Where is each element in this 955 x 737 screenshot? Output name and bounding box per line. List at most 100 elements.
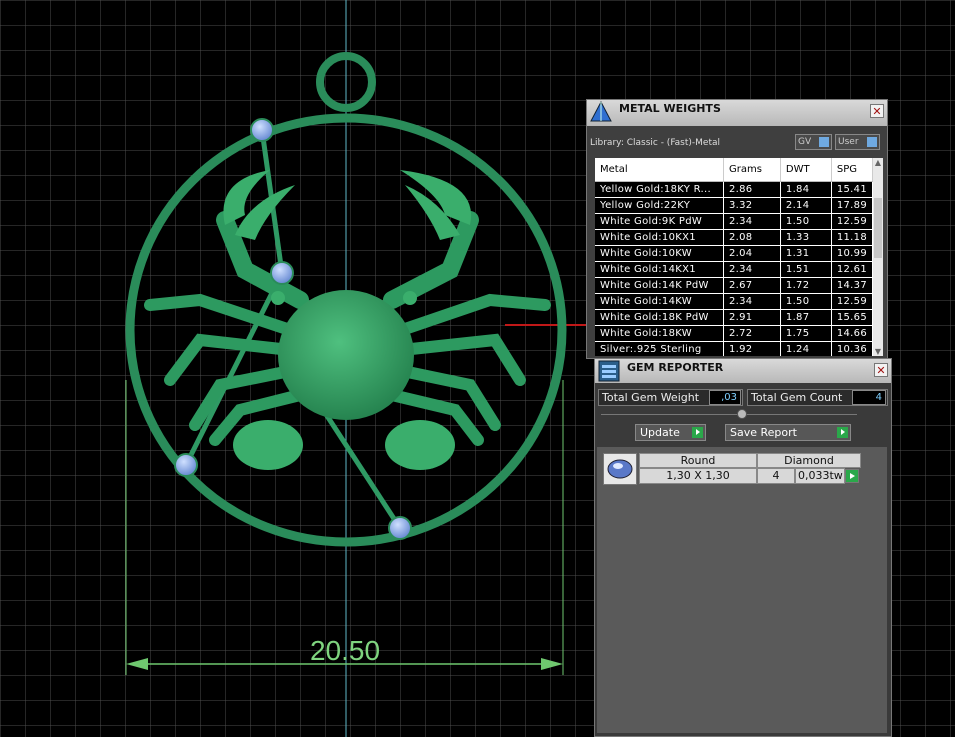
table-cell: 1.31 [780, 245, 832, 262]
table-cell: 2.72 [723, 325, 781, 342]
table-cell: 12.61 [831, 261, 873, 278]
gem-list-item[interactable]: Round Diamond 1,30 X 1,30 4 0,033tw [603, 453, 863, 487]
table-cell: White Gold:10KW [595, 245, 724, 262]
table-cell: 15.65 [831, 309, 873, 326]
crab-body [278, 290, 414, 420]
table-cell: 12.59 [831, 293, 873, 310]
table-cell: 2.14 [780, 197, 832, 214]
table-row[interactable]: White Gold:18K PdW 2.91 1.87 15.65 [595, 309, 873, 326]
gem-size: 1,30 X 1,30 [639, 468, 757, 484]
table-cell: Silver:.925 Sterling [595, 341, 724, 356]
table-cell: 1.50 [780, 293, 832, 310]
table-cell: White Gold:14K PdW [595, 277, 724, 294]
table-cell: White Gold:9K PdW [595, 213, 724, 230]
gem-reporter-titlebar[interactable]: GEM REPORTER ✕ [595, 359, 891, 383]
table-row[interactable]: White Gold:10KW 2.04 1.31 10.99 [595, 245, 873, 262]
metal-weights-title: METAL WEIGHTS [619, 102, 721, 115]
table-row[interactable]: White Gold:14K PdW 2.67 1.72 14.37 [595, 277, 873, 294]
library-label: Library: Classic - (Fast)-Metal [590, 138, 721, 148]
table-cell: 14.66 [831, 325, 873, 342]
total-gem-weight-value: ,03 [709, 390, 741, 405]
table-cell: 2.04 [723, 245, 781, 262]
table-cell: White Gold:14KX1 [595, 261, 724, 278]
gem-count: 4 [757, 468, 795, 484]
gem-material: Diamond [757, 453, 861, 468]
table-cell: 10.36 [831, 341, 873, 356]
table-cell: 12.59 [831, 213, 873, 230]
play-icon [692, 427, 703, 438]
close-icon[interactable]: ✕ [870, 104, 884, 118]
table-cell: 2.86 [723, 181, 781, 198]
table-row[interactable]: Yellow Gold:22KY 3.32 2.14 17.89 [595, 197, 873, 214]
table-cell: 1.51 [780, 261, 832, 278]
dimension-label: 20.50 [310, 635, 380, 666]
table-row[interactable]: White Gold:9K PdW 2.34 1.50 12.59 [595, 213, 873, 230]
table-cell: 1.50 [780, 213, 832, 230]
column-header-grams[interactable]: Grams [723, 158, 781, 182]
table-cell: 15.41 [831, 181, 873, 198]
table-row[interactable]: White Gold:14KW 2.34 1.50 12.59 [595, 293, 873, 310]
table-cell: White Gold:18KW [595, 325, 724, 342]
gem-stone[interactable] [250, 118, 274, 142]
gv-toggle[interactable]: GV [795, 134, 832, 150]
close-icon[interactable]: ✕ [874, 363, 888, 377]
gem-reporter-panel: GEM REPORTER ✕ Total Gem Weight ,03 Tota… [594, 358, 892, 737]
scroll-down-icon[interactable]: ▼ [873, 347, 883, 356]
column-header-spg[interactable]: SPG [831, 158, 873, 182]
table-cell: 1.92 [723, 341, 781, 356]
play-icon [837, 427, 848, 438]
table-cell: 1.84 [780, 181, 832, 198]
table-cell: 14.37 [831, 277, 873, 294]
column-header-metal[interactable]: Metal [595, 158, 724, 182]
table-cell: 1.87 [780, 309, 832, 326]
table-cell: White Gold:10KX1 [595, 229, 724, 246]
table-cell: 10.99 [831, 245, 873, 262]
metal-table-header: Metal Grams DWT SPG [595, 158, 873, 182]
scroll-up-icon[interactable]: ▲ [873, 158, 883, 167]
splitter-knob-icon[interactable] [737, 409, 747, 419]
user-toggle[interactable]: User [835, 134, 880, 150]
table-cell: 2.91 [723, 309, 781, 326]
table-row[interactable]: Yellow Gold:18KY R... 2.86 1.84 15.41 [595, 181, 873, 198]
metal-table[interactable]: Metal Grams DWT SPG Yellow Gold:18KY R..… [595, 158, 873, 356]
gem-stone[interactable] [174, 453, 198, 477]
table-cell: 2.34 [723, 261, 781, 278]
scroll-thumb[interactable] [874, 198, 882, 258]
table-cell: 1.75 [780, 325, 832, 342]
table-cell: 2.34 [723, 293, 781, 310]
update-button[interactable]: Update [635, 424, 706, 441]
total-gem-count-value: 4 [852, 390, 886, 405]
save-report-button[interactable]: Save Report [725, 424, 851, 441]
metal-weights-titlebar[interactable]: METAL WEIGHTS ✕ [587, 100, 887, 126]
gem-detail-play-icon[interactable] [845, 469, 859, 483]
table-cell: Yellow Gold:22KY [595, 197, 724, 214]
table-cell: White Gold:18K PdW [595, 309, 724, 326]
table-cell: 11.18 [831, 229, 873, 246]
table-cell: 2.34 [723, 213, 781, 230]
splitter-handle[interactable] [601, 414, 857, 415]
gem-reporter-logo-icon [598, 360, 620, 382]
table-cell: Yellow Gold:18KY R... [595, 181, 724, 198]
gem-thumbnail [603, 453, 637, 485]
table-row[interactable]: Silver:.925 Sterling 1.92 1.24 10.36 [595, 341, 873, 356]
gem-weight: 0,033tw [795, 468, 845, 484]
gem-stone[interactable] [270, 261, 294, 285]
table-cell: 3.32 [723, 197, 781, 214]
table-row[interactable]: White Gold:18KW 2.72 1.75 14.66 [595, 325, 873, 342]
gem-list[interactable]: Round Diamond 1,30 X 1,30 4 0,033tw [597, 447, 887, 733]
table-row[interactable]: White Gold:14KX1 2.34 1.51 12.61 [595, 261, 873, 278]
table-row[interactable]: White Gold:10KX1 2.08 1.33 11.18 [595, 229, 873, 246]
table-cell: 2.08 [723, 229, 781, 246]
gem-shape: Round [639, 453, 757, 468]
gem-stone[interactable] [388, 516, 412, 540]
table-cell: 1.24 [780, 341, 832, 356]
metal-weights-logo-icon [590, 101, 612, 122]
metal-table-scrollbar[interactable]: ▲ ▼ [873, 158, 883, 356]
metal-weights-panel: METAL WEIGHTS ✕ Library: Classic - (Fast… [586, 99, 888, 359]
gem-reporter-title: GEM REPORTER [627, 361, 724, 374]
column-header-dwt[interactable]: DWT [780, 158, 832, 182]
table-cell: White Gold:14KW [595, 293, 724, 310]
table-cell: 2.67 [723, 277, 781, 294]
table-cell: 17.89 [831, 197, 873, 214]
table-cell: 1.33 [780, 229, 832, 246]
